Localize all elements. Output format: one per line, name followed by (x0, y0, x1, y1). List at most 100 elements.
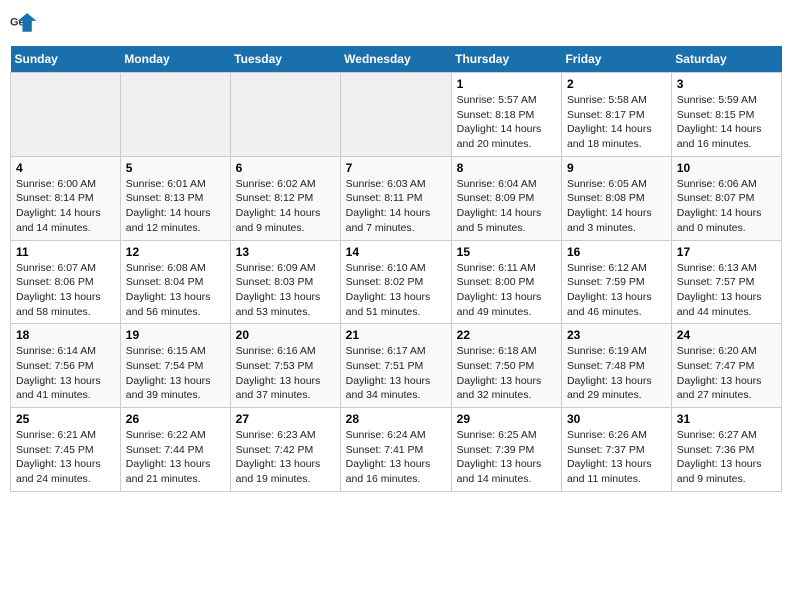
day-cell: 5 Sunrise: 6:01 AMSunset: 8:13 PMDaylight… (120, 156, 230, 240)
day-cell: 28 Sunrise: 6:24 AMSunset: 7:41 PMDayligh… (340, 408, 451, 492)
day-info: Sunrise: 6:01 AMSunset: 8:13 PMDaylight:… (126, 177, 225, 236)
week-row-1: 1 Sunrise: 5:57 AMSunset: 8:18 PMDaylight… (11, 73, 782, 157)
calendar-table: SundayMondayTuesdayWednesdayThursdayFrid… (10, 46, 782, 492)
day-info: Sunrise: 5:59 AMSunset: 8:15 PMDaylight:… (677, 93, 776, 152)
day-cell: 8 Sunrise: 6:04 AMSunset: 8:09 PMDaylight… (451, 156, 561, 240)
day-info: Sunrise: 6:10 AMSunset: 8:02 PMDaylight:… (346, 261, 446, 320)
day-number: 10 (677, 161, 776, 175)
day-cell: 12 Sunrise: 6:08 AMSunset: 8:04 PMDayligh… (120, 240, 230, 324)
day-info: Sunrise: 5:58 AMSunset: 8:17 PMDaylight:… (567, 93, 666, 152)
col-header-saturday: Saturday (671, 46, 781, 73)
day-number: 5 (126, 161, 225, 175)
day-info: Sunrise: 6:25 AMSunset: 7:39 PMDaylight:… (457, 428, 556, 487)
day-cell (230, 73, 340, 157)
day-info: Sunrise: 6:26 AMSunset: 7:37 PMDaylight:… (567, 428, 666, 487)
day-number: 24 (677, 328, 776, 342)
day-info: Sunrise: 6:11 AMSunset: 8:00 PMDaylight:… (457, 261, 556, 320)
day-cell: 17 Sunrise: 6:13 AMSunset: 7:57 PMDayligh… (671, 240, 781, 324)
day-cell: 24 Sunrise: 6:20 AMSunset: 7:47 PMDayligh… (671, 324, 781, 408)
week-row-4: 18 Sunrise: 6:14 AMSunset: 7:56 PMDayligh… (11, 324, 782, 408)
day-number: 14 (346, 245, 446, 259)
day-number: 7 (346, 161, 446, 175)
day-cell: 7 Sunrise: 6:03 AMSunset: 8:11 PMDaylight… (340, 156, 451, 240)
day-cell: 3Sunrise: 5:59 AMSunset: 8:15 PMDaylight… (671, 73, 781, 157)
day-cell: 6Sunrise: 6:02 AMSunset: 8:12 PMDaylight… (230, 156, 340, 240)
day-cell: 1 Sunrise: 5:57 AMSunset: 8:18 PMDaylight… (451, 73, 561, 157)
day-number: 26 (126, 412, 225, 426)
day-info: Sunrise: 6:03 AMSunset: 8:11 PMDaylight:… (346, 177, 446, 236)
day-cell: 13 Sunrise: 6:09 AMSunset: 8:03 PMDayligh… (230, 240, 340, 324)
day-cell: 9Sunrise: 6:05 AMSunset: 8:08 PMDaylight… (561, 156, 671, 240)
week-row-2: 4 Sunrise: 6:00 AMSunset: 8:14 PMDaylight… (11, 156, 782, 240)
day-number: 25 (16, 412, 115, 426)
day-number: 23 (567, 328, 666, 342)
day-number: 18 (16, 328, 115, 342)
day-number: 4 (16, 161, 115, 175)
day-info: Sunrise: 6:09 AMSunset: 8:03 PMDaylight:… (236, 261, 335, 320)
day-info: Sunrise: 6:12 AMSunset: 7:59 PMDaylight:… (567, 261, 666, 320)
day-number: 16 (567, 245, 666, 259)
day-cell: 21 Sunrise: 6:17 AMSunset: 7:51 PMDayligh… (340, 324, 451, 408)
day-info: Sunrise: 6:08 AMSunset: 8:04 PMDaylight:… (126, 261, 225, 320)
week-row-3: 11Sunrise: 6:07 AMSunset: 8:06 PMDayligh… (11, 240, 782, 324)
day-info: Sunrise: 6:15 AMSunset: 7:54 PMDaylight:… (126, 344, 225, 403)
col-header-tuesday: Tuesday (230, 46, 340, 73)
day-info: Sunrise: 6:04 AMSunset: 8:09 PMDaylight:… (457, 177, 556, 236)
col-header-friday: Friday (561, 46, 671, 73)
day-info: Sunrise: 6:13 AMSunset: 7:57 PMDaylight:… (677, 261, 776, 320)
day-info: Sunrise: 6:23 AMSunset: 7:42 PMDaylight:… (236, 428, 335, 487)
day-cell: 27Sunrise: 6:23 AMSunset: 7:42 PMDayligh… (230, 408, 340, 492)
day-info: Sunrise: 6:02 AMSunset: 8:12 PMDaylight:… (236, 177, 335, 236)
day-info: Sunrise: 6:22 AMSunset: 7:44 PMDaylight:… (126, 428, 225, 487)
day-info: Sunrise: 6:27 AMSunset: 7:36 PMDaylight:… (677, 428, 776, 487)
day-cell: 14 Sunrise: 6:10 AMSunset: 8:02 PMDayligh… (340, 240, 451, 324)
day-number: 8 (457, 161, 556, 175)
day-number: 20 (236, 328, 335, 342)
day-info: Sunrise: 6:14 AMSunset: 7:56 PMDaylight:… (16, 344, 115, 403)
day-number: 9 (567, 161, 666, 175)
day-cell: 19 Sunrise: 6:15 AMSunset: 7:54 PMDayligh… (120, 324, 230, 408)
day-cell: 26 Sunrise: 6:22 AMSunset: 7:44 PMDayligh… (120, 408, 230, 492)
day-number: 13 (236, 245, 335, 259)
col-header-wednesday: Wednesday (340, 46, 451, 73)
day-info: Sunrise: 5:57 AMSunset: 8:18 PMDaylight:… (457, 93, 556, 152)
day-number: 22 (457, 328, 556, 342)
day-cell: 16 Sunrise: 6:12 AMSunset: 7:59 PMDayligh… (561, 240, 671, 324)
col-header-monday: Monday (120, 46, 230, 73)
day-number: 12 (126, 245, 225, 259)
logo: Gen (10, 10, 40, 38)
day-info: Sunrise: 6:00 AMSunset: 8:14 PMDaylight:… (16, 177, 115, 236)
day-info: Sunrise: 6:20 AMSunset: 7:47 PMDaylight:… (677, 344, 776, 403)
day-cell: 18 Sunrise: 6:14 AMSunset: 7:56 PMDayligh… (11, 324, 121, 408)
day-number: 28 (346, 412, 446, 426)
col-header-sunday: Sunday (11, 46, 121, 73)
col-header-thursday: Thursday (451, 46, 561, 73)
day-info: Sunrise: 6:17 AMSunset: 7:51 PMDaylight:… (346, 344, 446, 403)
day-cell: 23 Sunrise: 6:19 AMSunset: 7:48 PMDayligh… (561, 324, 671, 408)
day-cell: 22 Sunrise: 6:18 AMSunset: 7:50 PMDayligh… (451, 324, 561, 408)
day-number: 21 (346, 328, 446, 342)
day-number: 15 (457, 245, 556, 259)
day-info: Sunrise: 6:07 AMSunset: 8:06 PMDaylight:… (16, 261, 115, 320)
day-number: 31 (677, 412, 776, 426)
day-number: 29 (457, 412, 556, 426)
day-number: 30 (567, 412, 666, 426)
day-info: Sunrise: 6:18 AMSunset: 7:50 PMDaylight:… (457, 344, 556, 403)
day-cell: 30 Sunrise: 6:26 AMSunset: 7:37 PMDayligh… (561, 408, 671, 492)
day-number: 17 (677, 245, 776, 259)
day-cell: 20Sunrise: 6:16 AMSunset: 7:53 PMDayligh… (230, 324, 340, 408)
day-cell: 2Sunrise: 5:58 AMSunset: 8:17 PMDaylight… (561, 73, 671, 157)
day-cell: 31 Sunrise: 6:27 AMSunset: 7:36 PMDayligh… (671, 408, 781, 492)
day-info: Sunrise: 6:19 AMSunset: 7:48 PMDaylight:… (567, 344, 666, 403)
day-cell: 15 Sunrise: 6:11 AMSunset: 8:00 PMDayligh… (451, 240, 561, 324)
day-cell: 25Sunrise: 6:21 AMSunset: 7:45 PMDayligh… (11, 408, 121, 492)
day-number: 1 (457, 77, 556, 91)
day-cell: 29 Sunrise: 6:25 AMSunset: 7:39 PMDayligh… (451, 408, 561, 492)
day-info: Sunrise: 6:24 AMSunset: 7:41 PMDaylight:… (346, 428, 446, 487)
day-cell: 4 Sunrise: 6:00 AMSunset: 8:14 PMDaylight… (11, 156, 121, 240)
page-header: Gen (10, 10, 782, 38)
day-info: Sunrise: 6:06 AMSunset: 8:07 PMDaylight:… (677, 177, 776, 236)
logo-icon: Gen (10, 10, 38, 38)
day-number: 19 (126, 328, 225, 342)
day-cell (120, 73, 230, 157)
